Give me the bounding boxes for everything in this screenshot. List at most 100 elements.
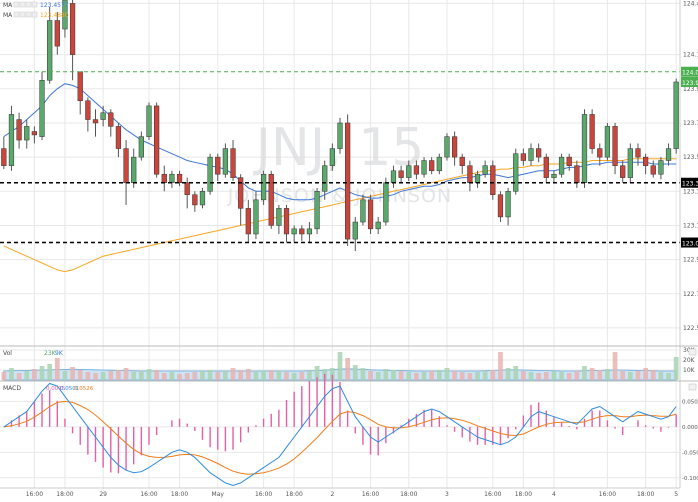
candle-down[interactable] (467, 165, 473, 183)
volume-bar[interactable] (93, 373, 98, 380)
candle-up[interactable] (199, 191, 206, 206)
candle-down[interactable] (635, 148, 641, 158)
volume-bar[interactable] (184, 373, 190, 380)
volume-bar[interactable] (230, 368, 236, 380)
volume-bar[interactable] (467, 373, 473, 380)
volume-bar[interactable] (337, 352, 343, 380)
volume-bar[interactable] (62, 371, 68, 380)
volume-bar[interactable] (116, 370, 121, 380)
candle-down[interactable] (92, 119, 99, 124)
volume-pane-collapse-button[interactable] (688, 348, 697, 356)
volume-bar[interactable] (444, 368, 450, 380)
candle-up[interactable] (528, 148, 534, 161)
volume-bar[interactable] (482, 371, 488, 380)
candle-up[interactable] (627, 148, 633, 178)
candle-down[interactable] (398, 170, 404, 178)
candle-down[interactable] (299, 228, 305, 235)
candle-down[interactable] (268, 173, 274, 226)
candle-up[interactable] (146, 105, 152, 137)
candle-up[interactable] (581, 114, 588, 183)
volume-bar[interactable] (513, 366, 519, 380)
volume-bar[interactable] (245, 369, 251, 380)
volume-bar[interactable] (635, 371, 641, 380)
candlestick-chart[interactable]: JNJ, 15JOHNSON & JOHNSON124.00123.35123.… (0, 0, 698, 498)
volume-bar[interactable] (360, 368, 366, 380)
candle-up[interactable] (322, 165, 328, 192)
candle-up[interactable] (505, 191, 511, 218)
candle-up[interactable] (306, 228, 313, 235)
legend-control-icon[interactable] (25, 1, 32, 8)
volume-bar[interactable] (383, 369, 389, 380)
volume-bar[interactable] (261, 371, 266, 380)
volume-bar[interactable] (24, 371, 30, 380)
candle-down[interactable] (154, 105, 160, 175)
volume-bar[interactable] (475, 372, 480, 380)
candle-down[interactable] (520, 153, 526, 161)
candle-down[interactable] (642, 156, 649, 166)
candle-up[interactable] (8, 114, 15, 166)
legend-control-icon[interactable] (13, 11, 20, 18)
candle-up[interactable] (604, 126, 611, 158)
candle-up[interactable] (24, 126, 30, 141)
candle-up[interactable] (665, 148, 672, 161)
candle-down[interactable] (459, 156, 465, 166)
volume-bar[interactable] (138, 371, 144, 380)
candle-down[interactable] (589, 114, 595, 149)
candle-down[interactable] (497, 194, 504, 218)
candle-down[interactable] (536, 148, 542, 158)
legend-control-icon[interactable] (19, 1, 26, 8)
volume-bar[interactable] (200, 371, 205, 380)
volume-bar[interactable] (307, 371, 312, 380)
volume-bar[interactable] (605, 369, 610, 380)
volume-bar[interactable] (436, 370, 442, 380)
volume-bar[interactable] (612, 352, 618, 380)
volume-bar[interactable] (352, 365, 358, 380)
volume-bar[interactable] (620, 371, 626, 380)
candle-down[interactable] (230, 148, 236, 178)
volume-bar[interactable] (498, 352, 503, 380)
volume-bar[interactable] (627, 372, 633, 380)
legend-control-icon[interactable] (31, 11, 38, 18)
volume-bar[interactable] (391, 370, 396, 380)
candle-down[interactable] (69, 3, 76, 55)
candle-down[interactable] (490, 165, 496, 195)
volume-bar[interactable] (77, 370, 83, 380)
candle-up[interactable] (658, 160, 664, 175)
volume-bar[interactable] (459, 372, 465, 380)
volume-bar[interactable] (85, 372, 91, 380)
volume-bar[interactable] (551, 371, 557, 380)
candle-down[interactable] (283, 208, 290, 235)
volume-bar[interactable] (9, 368, 14, 380)
candle-down[interactable] (215, 156, 221, 175)
candle-down[interactable] (85, 100, 91, 120)
candle-down[interactable] (184, 182, 190, 195)
volume-bar[interactable] (589, 368, 595, 380)
volume-bar[interactable] (47, 364, 53, 380)
volume-bar[interactable] (345, 358, 351, 380)
volume-bar[interactable] (490, 370, 496, 380)
candle-down[interactable] (54, 20, 60, 47)
candle-up[interactable] (444, 136, 450, 158)
volume-bar[interactable] (597, 370, 603, 380)
candle-up[interactable] (329, 148, 335, 166)
candle-up[interactable] (360, 199, 366, 223)
candle-up[interactable] (513, 153, 519, 192)
volume-bar[interactable] (177, 374, 182, 380)
candle-down[interactable] (1, 148, 7, 166)
volume-bar[interactable] (215, 372, 221, 380)
candle-down[interactable] (115, 126, 122, 149)
volume-bar[interactable] (505, 368, 511, 380)
volume-bar[interactable] (543, 372, 549, 380)
volume-bar[interactable] (574, 371, 580, 380)
candle-down[interactable] (161, 173, 167, 183)
volume-bar[interactable] (39, 366, 45, 380)
candle-down[interactable] (612, 126, 618, 166)
legend-control-icon[interactable] (25, 11, 32, 18)
candle-down[interactable] (367, 199, 374, 230)
volume-bar[interactable] (70, 367, 75, 380)
candle-up[interactable] (169, 173, 175, 183)
volume-bar[interactable] (284, 372, 289, 380)
candle-down[interactable] (77, 71, 83, 102)
candle-down[interactable] (451, 136, 458, 158)
volume-bar[interactable] (146, 369, 152, 380)
